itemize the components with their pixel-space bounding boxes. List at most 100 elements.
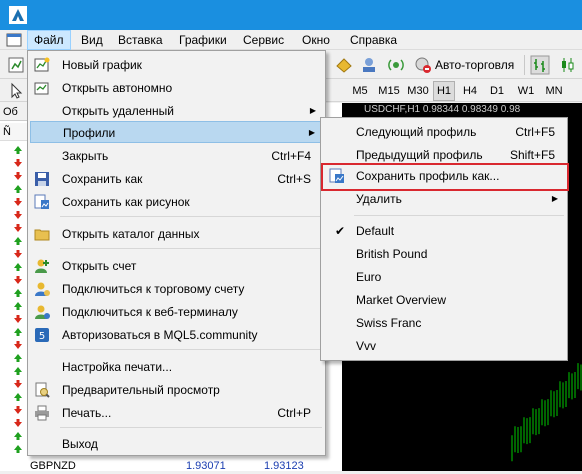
submenu-arrow-icon: ▶ — [551, 194, 558, 203]
save-picture-icon — [34, 194, 50, 210]
menu-item-label: Market Overview — [356, 293, 447, 307]
menu-item-shortcut: Ctrl+P — [277, 406, 311, 420]
menu-item-label: Закрыть — [62, 149, 109, 163]
menu-item-login-web-terminal[interactable]: Подключиться к веб-терминалу — [30, 301, 323, 323]
menu-item-save-as-picture[interactable]: Сохранить как рисунок — [30, 191, 323, 213]
menu-charts[interactable]: Графики — [173, 30, 233, 50]
timeframe-h4[interactable]: H4 — [459, 81, 481, 101]
ask-price: 1.93123 — [264, 460, 304, 472]
menu-item-profile-euro[interactable]: Euro — [323, 266, 565, 288]
menu-item-label: Настройка печати... — [62, 360, 173, 374]
symbol-name: GBPNZD — [30, 460, 76, 472]
menu-item-print-setup[interactable]: Настройка печати... — [30, 356, 323, 378]
menu-item-save-as[interactable]: Сохранить как Ctrl+S — [30, 168, 323, 190]
menu-item-shortcut: Ctrl+S — [277, 172, 311, 186]
menu-item-label: Подключиться к торговому счету — [62, 282, 245, 296]
down-arrow-icon — [13, 340, 23, 350]
menu-item-label: Vvv — [356, 339, 377, 353]
menu-item-label: Открыть удаленный — [62, 104, 174, 118]
chart-title: USDCHF,H1 0.98344 0.98349 0.98 — [364, 104, 521, 115]
menu-item-open-offline[interactable]: Открыть автономно — [30, 77, 323, 99]
down-arrow-icon — [13, 314, 23, 324]
menu-file[interactable]: Файл — [27, 30, 71, 50]
market-watch-icon[interactable] — [334, 55, 354, 75]
timeframe-m30[interactable]: M30 — [404, 81, 432, 101]
signals-icon[interactable] — [386, 55, 406, 75]
up-arrow-icon — [13, 366, 23, 376]
down-arrow-icon — [13, 197, 23, 207]
menu-window[interactable]: Окно — [296, 30, 336, 50]
menu-view[interactable]: Вид — [75, 30, 109, 50]
menu-item-shortcut: Ctrl+F4 — [271, 149, 311, 163]
timeframe-m5[interactable]: M5 — [347, 81, 373, 101]
menu-item-login-trade-account[interactable]: Подключиться к торговому счету — [30, 278, 323, 300]
menu-item-login-mql5[interactable]: 5 Авторизоваться в MQL5.community — [30, 324, 323, 346]
menu-tools[interactable]: Сервис — [237, 30, 290, 50]
menu-item-new-chart[interactable]: Новый график — [30, 54, 323, 76]
title-bar — [0, 0, 582, 30]
menu-item-shortcut: Ctrl+F5 — [515, 125, 555, 139]
up-arrow-icon — [13, 431, 23, 441]
menu-item-label: Печать... — [62, 406, 112, 420]
app-logo-icon — [9, 6, 27, 24]
up-arrow-icon — [13, 301, 23, 311]
menu-item-open-data-folder[interactable]: Открыть каталог данных — [30, 223, 323, 245]
menu-item-delete-profile[interactable]: Удалить ▶ — [323, 188, 565, 210]
open-account-icon — [34, 258, 50, 274]
menu-insert[interactable]: Вставка — [112, 30, 169, 50]
up-arrow-icon — [13, 392, 23, 402]
menu-item-label: Открыть каталог данных — [62, 227, 200, 241]
menu-item-label: Сохранить как — [62, 172, 143, 186]
up-arrow-icon — [13, 327, 23, 337]
down-arrow-icon — [13, 210, 23, 220]
autotrading-button[interactable]: Авто-торговля — [414, 55, 514, 75]
menu-separator — [60, 248, 322, 249]
up-arrow-icon — [13, 262, 23, 272]
bar-chart-icon[interactable] — [530, 55, 550, 75]
menu-item-print[interactable]: Печать... Ctrl+P — [30, 402, 323, 424]
navigator-icon[interactable] — [359, 55, 379, 75]
print-preview-icon — [34, 382, 50, 398]
symbol-column-header[interactable]: Ñ — [0, 123, 28, 141]
child-window-icon[interactable] — [6, 32, 22, 48]
toolbar-separator — [524, 55, 525, 75]
timeframe-h1[interactable]: H1 — [433, 81, 455, 101]
autotrading-icon — [414, 56, 432, 74]
menu-item-close[interactable]: Закрыть Ctrl+F4 — [30, 145, 323, 167]
timeframe-d1[interactable]: D1 — [486, 81, 508, 101]
menu-item-profiles[interactable]: Профили ▶ — [30, 121, 323, 143]
timeframe-mn[interactable]: MN — [542, 81, 566, 101]
cursor-icon[interactable] — [6, 81, 26, 101]
menu-item-profile-swiss-franc[interactable]: Swiss Franc — [323, 312, 565, 334]
menu-item-label: Выход — [62, 437, 98, 451]
menu-item-profile-default[interactable]: ✔ Default — [323, 220, 565, 242]
menu-item-open-account[interactable]: Открыть счет — [30, 255, 323, 277]
down-arrow-icon — [13, 223, 23, 233]
menu-item-profile-british-pound[interactable]: British Pound — [323, 243, 565, 265]
timeframe-m15[interactable]: M15 — [375, 81, 403, 101]
menu-item-print-preview[interactable]: Предварительный просмотр — [30, 379, 323, 401]
menu-item-next-profile[interactable]: Следующий профиль Ctrl+F5 — [323, 121, 565, 143]
down-arrow-icon — [13, 158, 23, 168]
menu-separator — [354, 215, 564, 216]
svg-text:5: 5 — [39, 331, 45, 342]
menu-item-exit[interactable]: Выход — [30, 433, 323, 455]
market-watch-row[interactable]: GBPNZD 1.93071 1.93123 — [0, 459, 342, 474]
up-arrow-icon — [13, 288, 23, 298]
menu-item-label: Подключиться к веб-терминалу — [62, 305, 238, 319]
submenu-arrow-icon: ▶ — [309, 106, 316, 115]
print-icon — [34, 405, 50, 421]
menu-help[interactable]: Справка — [344, 30, 403, 50]
menu-item-profile-market-overview[interactable]: Market Overview — [323, 289, 565, 311]
menu-item-open-remote[interactable]: Открыть удаленный ▶ — [30, 100, 323, 122]
open-offline-icon — [34, 80, 50, 96]
menu-item-label: Открыть счет — [62, 259, 137, 273]
timeframe-w1[interactable]: W1 — [514, 81, 538, 101]
new-chart-toolbar-icon[interactable] — [6, 55, 26, 75]
down-arrow-icon — [13, 275, 23, 285]
autotrading-label: Авто-торговля — [435, 58, 515, 72]
save-icon — [34, 171, 50, 187]
candlestick-icon[interactable] — [558, 55, 578, 75]
menu-item-profile-vvv[interactable]: Vvv — [323, 335, 565, 357]
submenu-arrow-icon: ▶ — [308, 128, 315, 137]
